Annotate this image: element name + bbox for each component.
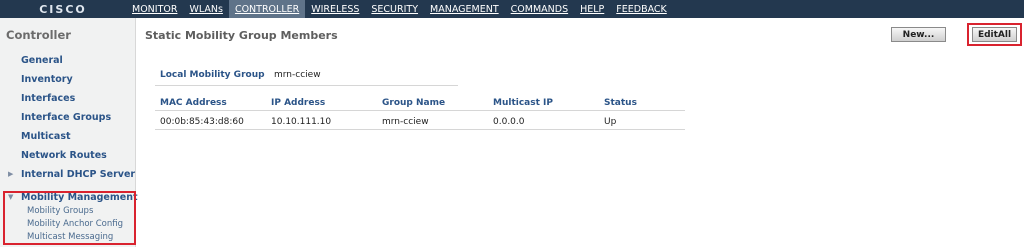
menu-wlans[interactable]: WLANs	[183, 0, 228, 18]
cell-group-name: mrn-cciew	[382, 117, 429, 127]
mobility-management-highlight	[3, 191, 136, 245]
sidebar-item-network-routes[interactable]: Network Routes	[21, 150, 107, 161]
menu-commands[interactable]: COMMANDS	[505, 0, 574, 18]
sidebar-item-interfaces[interactable]: Interfaces	[21, 93, 75, 104]
local-mobility-group-label: Local Mobility Group	[160, 70, 265, 80]
column-header-multicast-ip: Multicast IP	[493, 98, 553, 108]
column-header-ip-address: IP Address	[271, 98, 326, 108]
menu-controller[interactable]: CONTROLLER	[228, 0, 306, 18]
column-header-group-name: Group Name	[382, 98, 446, 108]
edit-all-highlight	[967, 23, 1022, 46]
menu-management[interactable]: MANAGEMENT	[424, 0, 505, 18]
sidebar-item-multicast[interactable]: Multicast	[21, 131, 71, 142]
cell-ip-address: 10.10.111.10	[271, 117, 332, 127]
cell-mac-address: 00:0b:85:43:d8:60	[160, 117, 244, 127]
collapsed-arrow-icon[interactable]: ▶	[8, 170, 13, 178]
header-divider	[155, 110, 685, 111]
column-header-mac-address: MAC Address	[160, 98, 227, 108]
menu-monitor[interactable]: MONITOR	[126, 0, 183, 18]
sidebar-item-inventory[interactable]: Inventory	[21, 74, 73, 85]
menu-wireless[interactable]: WIRELESS	[305, 0, 365, 18]
sidebar-item-general[interactable]: General	[21, 55, 63, 66]
menu-help[interactable]: HELP	[574, 0, 610, 18]
cisco-logo: CISCO	[39, 2, 87, 16]
page-title: Static Mobility Group Members	[145, 29, 338, 42]
column-header-status: Status	[604, 98, 637, 108]
divider	[155, 85, 458, 86]
menu-security[interactable]: SECURITY	[365, 0, 424, 18]
local-mobility-group-value: mrn-cciew	[274, 70, 321, 80]
new-button[interactable]: New...	[891, 27, 946, 42]
menu-feedback[interactable]: FEEDBACK	[610, 0, 673, 18]
row-divider	[155, 129, 685, 130]
top-navigation-bar: CISCO MONITOR WLANs CONTROLLER WIRELESS …	[0, 0, 1024, 18]
sidebar-item-interface-groups[interactable]: Interface Groups	[21, 112, 111, 123]
cell-multicast-ip: 0.0.0.0	[493, 117, 525, 127]
cell-status: Up	[604, 117, 617, 127]
sidebar-title: Controller	[6, 28, 71, 42]
main-menu: MONITOR WLANs CONTROLLER WIRELESS SECURI…	[126, 0, 673, 18]
sidebar-item-internal-dhcp-server[interactable]: Internal DHCP Server	[21, 169, 135, 180]
